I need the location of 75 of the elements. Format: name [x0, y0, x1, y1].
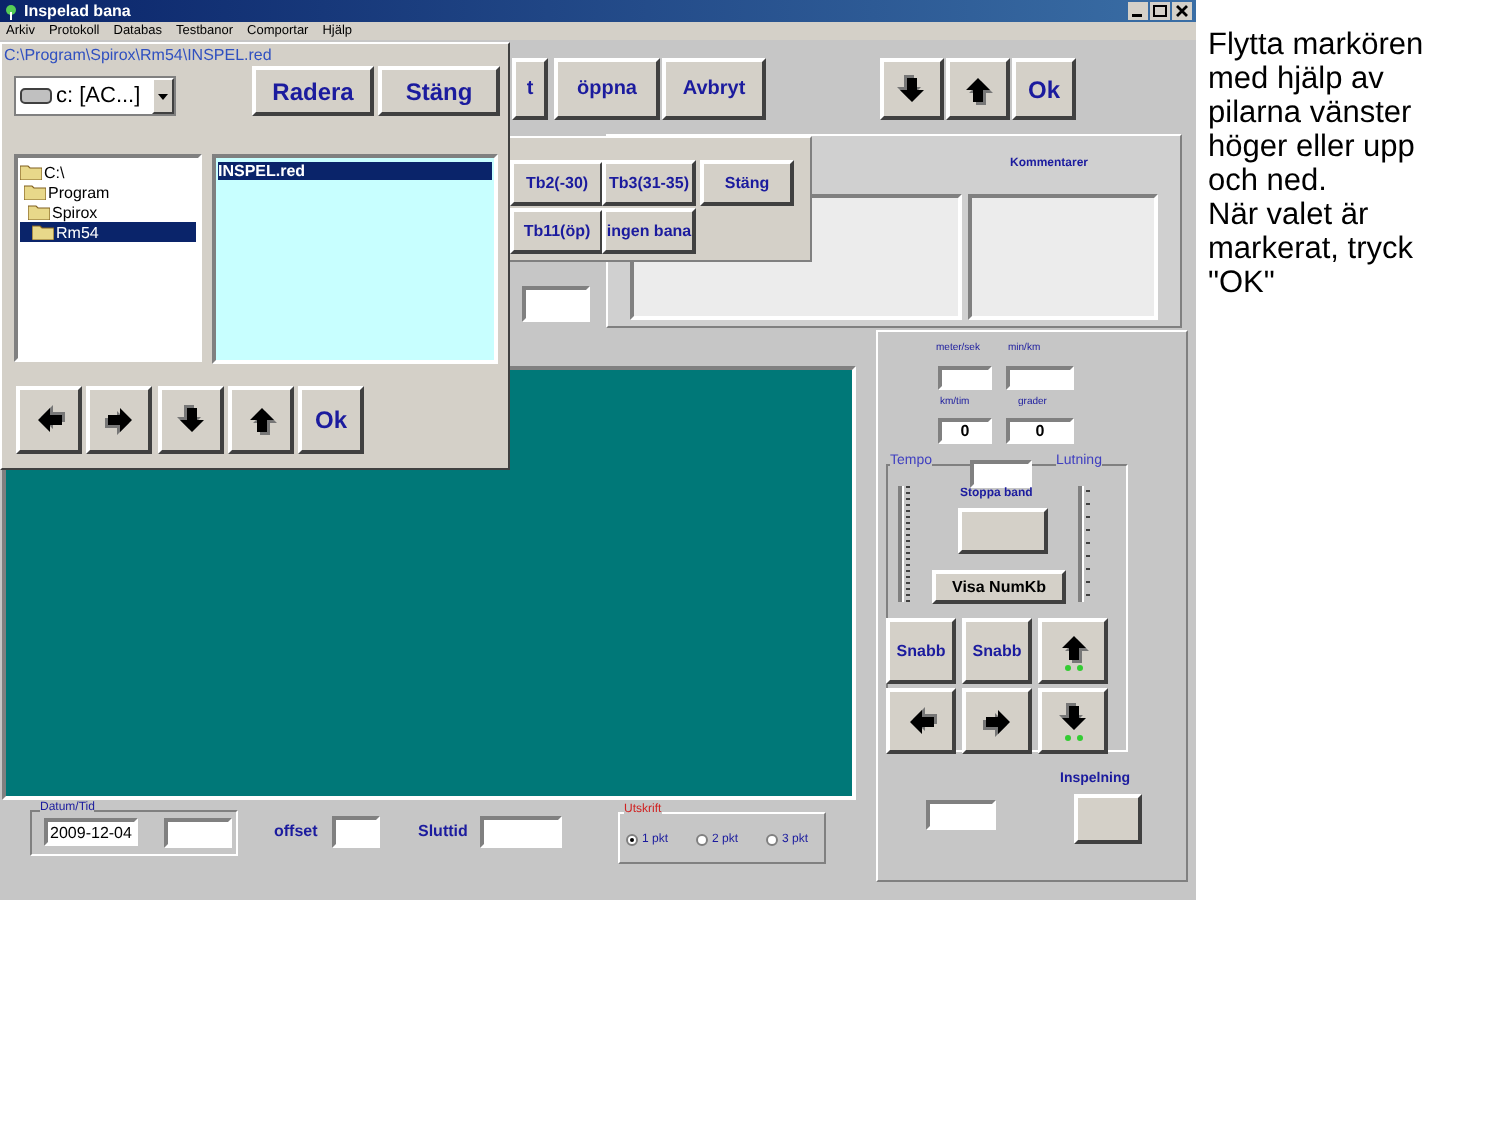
arrow-left-icon	[905, 705, 937, 737]
offset-field[interactable]	[332, 816, 380, 848]
drive-select[interactable]: c: [AC...]	[14, 76, 176, 116]
offset-label: offset	[274, 822, 318, 840]
record-field[interactable]	[926, 800, 996, 830]
folder-item[interactable]: Rm54	[20, 222, 196, 242]
radio-button[interactable]	[626, 834, 638, 846]
caret-icon	[158, 93, 168, 99]
ok-button[interactable]: Ok	[298, 386, 364, 454]
end-time-label: Sluttid	[418, 822, 468, 840]
speed-field[interactable]: 0	[938, 418, 992, 444]
arrow-right-icon	[103, 404, 135, 436]
fast-button[interactable]: Snabb	[962, 618, 1032, 684]
folder-icon	[32, 224, 54, 240]
arrow-up-icon	[962, 73, 994, 105]
right-arrow-button[interactable]	[962, 688, 1032, 754]
lutning-scale-drawing	[1076, 486, 1092, 602]
track-button[interactable]: Stäng	[700, 160, 794, 206]
close-icon[interactable]	[1172, 2, 1192, 20]
folder-item[interactable]: C:\	[20, 162, 196, 182]
speed-field[interactable]: 0	[1006, 418, 1074, 444]
comments-area[interactable]	[968, 194, 1158, 320]
arrow-down-icon	[1057, 701, 1089, 741]
app-icon	[4, 3, 18, 19]
radio-button[interactable]	[766, 834, 779, 846]
up-arrow-button[interactable]	[228, 386, 294, 454]
toolbar-button[interactable]: Avbryt	[662, 58, 766, 120]
arrow-right-icon	[981, 705, 1013, 737]
end-time-field[interactable]	[480, 816, 562, 848]
tempo-scale-drawing	[896, 486, 912, 602]
instruction-text: När valet är markerat, tryck "OK"	[1208, 198, 1415, 300]
tempo-field[interactable]	[970, 460, 1032, 488]
radio-button[interactable]	[696, 834, 709, 846]
ok-button[interactable]: Ok	[1012, 58, 1076, 120]
arrow-down-icon	[175, 404, 207, 436]
arrow-up-icon	[245, 404, 277, 436]
input-field[interactable]	[522, 286, 590, 322]
arrow-down-icon	[896, 73, 928, 105]
left-arrow-button[interactable]	[16, 386, 82, 454]
right-arrow-button[interactable]	[86, 386, 152, 454]
instruction-text: Flytta markören med hjälp av pilarna vänster höger eller upp och ned.	[1208, 28, 1426, 198]
speed-field[interactable]	[1006, 366, 1074, 390]
record-button[interactable]	[1074, 794, 1142, 844]
arrow-up-icon	[1057, 631, 1089, 671]
dialog-button[interactable]: Radera	[252, 66, 374, 116]
folder-icon	[20, 164, 42, 180]
folder-item[interactable]: Spirox	[20, 202, 196, 222]
fast-button[interactable]: Snabb	[886, 618, 956, 684]
folder-item[interactable]: Program	[20, 182, 196, 202]
toolbar-button[interactable]: öppna	[554, 58, 660, 120]
up-arrow-button[interactable]	[1038, 618, 1108, 684]
track-button[interactable]: Tb2(-30)	[510, 160, 604, 206]
left-arrow-button[interactable]	[886, 688, 956, 754]
window-title: Inspelad bana	[24, 2, 131, 20]
track-button[interactable]: Tb11(öp)	[510, 208, 604, 254]
folder-icon	[24, 184, 46, 200]
file-path: C:\Program\Spirox\Rm54\INSPEL.red	[4, 46, 272, 64]
file-item[interactable]: INSPEL.red	[218, 162, 492, 180]
maximize-icon[interactable]	[1150, 2, 1170, 20]
down-arrow-button[interactable]	[880, 58, 944, 120]
track-button[interactable]: ingen bana	[602, 208, 696, 254]
speed-field[interactable]	[938, 366, 992, 390]
toolbar-button[interactable]: t	[512, 58, 548, 120]
time-field[interactable]	[164, 818, 232, 848]
arrow-left-icon	[33, 404, 65, 436]
up-arrow-button[interactable]	[946, 58, 1010, 120]
down-arrow-button[interactable]	[1038, 688, 1108, 754]
down-arrow-button[interactable]	[158, 386, 224, 454]
stop-button[interactable]	[958, 508, 1048, 554]
drive-icon	[20, 88, 52, 104]
track-button[interactable]: Tb3(31-35)	[602, 160, 696, 206]
minimize-icon[interactable]	[1128, 2, 1148, 20]
date-field[interactable]: 2009-12-04	[44, 818, 138, 846]
numkb-button[interactable]: Visa NumKb	[932, 570, 1066, 604]
dialog-button[interactable]: Stäng	[378, 66, 500, 116]
